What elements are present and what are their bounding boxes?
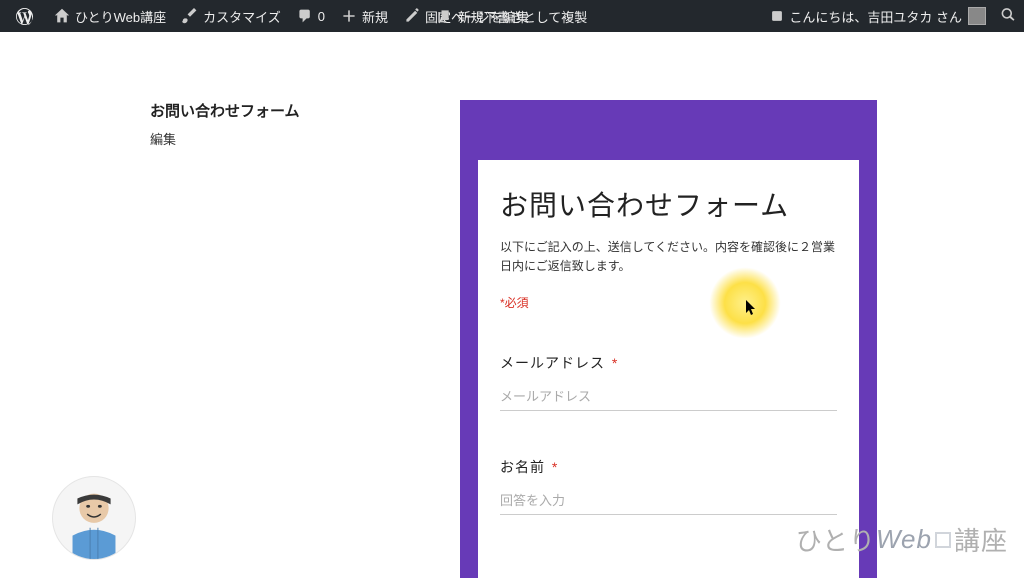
comment-icon bbox=[297, 8, 313, 24]
instructor-avatar[interactable] bbox=[52, 476, 136, 560]
form-description: 以下にご記入の上、送信してください。内容を確認後に２営業日内にご返信致します。 bbox=[500, 238, 837, 276]
required-asterisk: * bbox=[552, 459, 558, 475]
brush-icon bbox=[182, 8, 198, 24]
adminbar-right: こんにちは、吉田ユタカ さん bbox=[762, 0, 1016, 32]
customize-link[interactable]: カスタマイズ bbox=[174, 0, 289, 32]
wp-admin-bar: ひとりWeb講座 カスタマイズ 0 新規 固定ページを編集 bbox=[0, 0, 1024, 32]
form-card: お問い合わせフォーム 以下にご記入の上、送信してください。内容を確認後に２営業日… bbox=[478, 150, 859, 578]
form-title: お問い合わせフォーム bbox=[500, 184, 837, 224]
name-label-text: お名前 bbox=[500, 459, 545, 475]
customize-text: カスタマイズ bbox=[203, 7, 281, 26]
wordpress-icon bbox=[16, 8, 33, 25]
greeting-text: こんにちは、吉田ユタカ さん bbox=[789, 7, 962, 26]
home-icon bbox=[54, 8, 70, 24]
watermark-square-icon bbox=[935, 532, 951, 548]
user-greeting[interactable]: こんにちは、吉田ユタカ さん bbox=[762, 0, 994, 32]
wp-logo[interactable] bbox=[8, 0, 46, 32]
page-sidebar: お問い合わせフォーム 編集 bbox=[150, 100, 350, 578]
watermark-part1: ひとり bbox=[796, 521, 876, 558]
plus-icon bbox=[341, 8, 357, 24]
new-content[interactable]: 新規 bbox=[333, 0, 396, 32]
google-form-embed: お問い合わせフォーム 以下にご記入の上、送信してください。内容を確認後に２営業日… bbox=[460, 100, 877, 578]
copy-icon bbox=[437, 8, 453, 24]
edit-link[interactable]: 編集 bbox=[150, 129, 350, 148]
adminbar-center: 新規下書きとして複製 bbox=[429, 0, 596, 32]
comments-count: 0 bbox=[318, 9, 325, 24]
watermark-part3: 講座 bbox=[954, 521, 1008, 558]
user-avatar-icon bbox=[968, 7, 986, 25]
notification-icon bbox=[770, 9, 784, 23]
duplicate-draft[interactable]: 新規下書きとして複製 bbox=[429, 0, 596, 32]
search-icon[interactable] bbox=[1000, 7, 1016, 26]
site-name[interactable]: ひとりWeb講座 bbox=[46, 0, 174, 32]
name-label: お名前 * bbox=[500, 457, 837, 477]
email-label: メールアドレス * bbox=[500, 353, 837, 373]
site-title-text: ひとりWeb講座 bbox=[75, 7, 166, 26]
duplicate-text: 新規下書きとして複製 bbox=[458, 7, 588, 26]
page-content: お問い合わせフォーム 編集 お問い合わせフォーム 以下にご記入の上、送信してくだ… bbox=[0, 32, 1024, 578]
email-input[interactable] bbox=[500, 383, 837, 411]
new-text: 新規 bbox=[362, 7, 388, 26]
required-note: *必須 bbox=[500, 294, 837, 311]
required-asterisk: * bbox=[612, 355, 618, 371]
watermark-part2: Web bbox=[876, 524, 932, 555]
pencil-icon bbox=[404, 8, 420, 24]
name-field-group: お名前 * bbox=[500, 457, 837, 515]
page-title: お問い合わせフォーム bbox=[150, 100, 350, 121]
comments-link[interactable]: 0 bbox=[289, 0, 333, 32]
watermark: ひとり Web 講座 bbox=[796, 521, 1008, 558]
email-label-text: メールアドレス bbox=[500, 355, 605, 371]
email-field-group: メールアドレス * bbox=[500, 353, 837, 411]
name-input[interactable] bbox=[500, 487, 837, 515]
